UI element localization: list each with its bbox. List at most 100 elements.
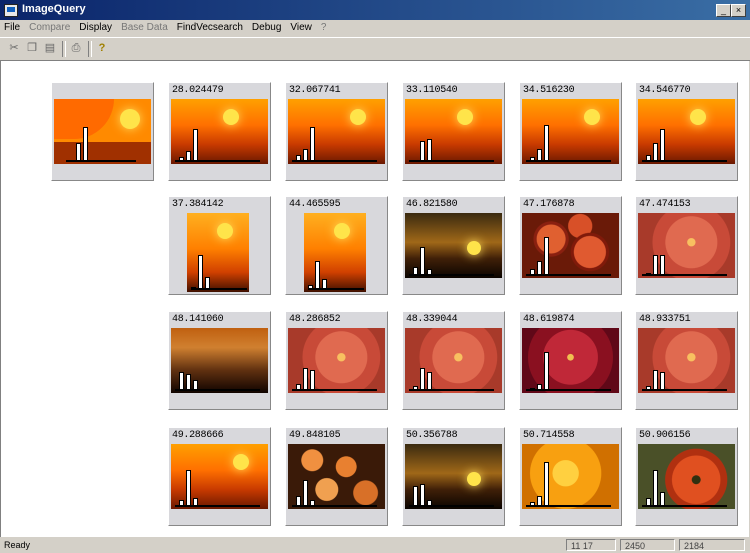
menu-file[interactable]: File bbox=[0, 20, 25, 33]
histogram-bar bbox=[193, 129, 198, 161]
toolbar: ✂ ❐ ▤ ⎙ ? bbox=[0, 37, 750, 61]
close-button[interactable]: × bbox=[731, 4, 746, 17]
copy-icon[interactable]: ❐ bbox=[24, 41, 40, 56]
histogram bbox=[288, 328, 385, 393]
menu-view[interactable]: View bbox=[286, 20, 317, 33]
similarity-score: 50.906156 bbox=[639, 430, 691, 441]
paste-icon[interactable]: ▤ bbox=[42, 41, 58, 56]
status-cell-total: 2184 bbox=[679, 539, 745, 551]
histogram-bar bbox=[310, 370, 315, 390]
similarity-score: 48.619874 bbox=[523, 314, 575, 325]
similarity-score: 48.933751 bbox=[639, 314, 691, 325]
status-text: Ready bbox=[4, 540, 31, 550]
help-icon[interactable]: ? bbox=[94, 41, 110, 56]
similarity-score: 33.110540 bbox=[406, 85, 458, 96]
menu-debug[interactable]: Debug bbox=[248, 20, 286, 33]
result-tile[interactable]: 48.286852 bbox=[285, 311, 388, 410]
menu-findvecsearch[interactable]: FindVecsearch bbox=[173, 20, 248, 33]
similarity-score: 32.067741 bbox=[289, 85, 341, 96]
histogram-bar bbox=[413, 486, 418, 506]
histogram-axis bbox=[409, 160, 494, 162]
histogram-axis bbox=[642, 389, 727, 391]
histogram-axis bbox=[526, 160, 611, 162]
result-image bbox=[171, 444, 268, 509]
histogram-bar bbox=[420, 247, 425, 275]
histogram bbox=[405, 213, 502, 278]
histogram-bar bbox=[653, 143, 658, 161]
status-cell-count: 2450 bbox=[620, 539, 675, 551]
result-tile[interactable]: 47.474153 bbox=[635, 196, 738, 295]
histogram-bar bbox=[315, 261, 320, 289]
histogram-bar bbox=[660, 129, 665, 161]
similarity-score: 48.141060 bbox=[172, 314, 224, 325]
result-tile[interactable]: 34.546770 bbox=[635, 82, 738, 181]
result-image bbox=[288, 99, 385, 164]
histogram-bar bbox=[186, 470, 191, 506]
histogram-bar bbox=[186, 374, 191, 390]
menu-help[interactable]: ? bbox=[317, 20, 332, 33]
histogram-axis bbox=[409, 389, 494, 391]
histogram-bar bbox=[427, 139, 432, 161]
query-image bbox=[54, 99, 151, 164]
menu-display[interactable]: Display bbox=[75, 20, 117, 33]
histogram bbox=[638, 213, 735, 278]
result-tile[interactable]: 50.356788 bbox=[402, 427, 505, 526]
result-tile[interactable]: 50.714558 bbox=[519, 427, 622, 526]
result-tile[interactable]: 48.619874 bbox=[519, 311, 622, 410]
result-tile[interactable]: 32.067741 bbox=[285, 82, 388, 181]
minimize-button[interactable]: _ bbox=[716, 4, 731, 17]
histogram-bar bbox=[660, 255, 665, 275]
result-tile[interactable]: 34.516230 bbox=[519, 82, 622, 181]
query-image-tile[interactable] bbox=[51, 82, 154, 181]
histogram-axis bbox=[642, 160, 727, 162]
result-tile[interactable]: 48.933751 bbox=[635, 311, 738, 410]
histogram-axis bbox=[292, 389, 377, 391]
result-tile[interactable]: 46.821580 bbox=[402, 196, 505, 295]
histogram-bar bbox=[544, 462, 549, 506]
result-tile[interactable]: 49.288666 bbox=[168, 427, 271, 526]
result-image bbox=[405, 213, 502, 278]
similarity-score: 46.821580 bbox=[406, 199, 458, 210]
histogram-axis bbox=[526, 505, 611, 507]
result-image bbox=[638, 444, 735, 509]
result-tile[interactable]: 44.465595 bbox=[285, 196, 388, 295]
histogram-axis bbox=[175, 505, 260, 507]
histogram-axis bbox=[642, 274, 727, 276]
result-tile[interactable]: 37.384142 bbox=[168, 196, 271, 295]
result-image bbox=[405, 99, 502, 164]
histogram-bar bbox=[420, 368, 425, 390]
histogram-bar bbox=[303, 480, 308, 506]
histogram-bar bbox=[544, 352, 549, 390]
histogram bbox=[304, 213, 366, 292]
histogram-axis bbox=[191, 288, 247, 290]
result-image bbox=[304, 213, 366, 292]
histogram bbox=[522, 328, 619, 393]
result-tile[interactable]: 28.024479 bbox=[168, 82, 271, 181]
result-tile[interactable]: 48.141060 bbox=[168, 311, 271, 410]
histogram-bar bbox=[660, 372, 665, 390]
result-tile[interactable]: 48.339044 bbox=[402, 311, 505, 410]
result-tile[interactable]: 47.176878 bbox=[519, 196, 622, 295]
result-image bbox=[522, 444, 619, 509]
result-tile[interactable]: 50.906156 bbox=[635, 427, 738, 526]
status-bar: Ready 11 17 2450 2184 bbox=[0, 538, 750, 553]
histogram-axis bbox=[175, 160, 260, 162]
histogram-bar bbox=[198, 255, 203, 289]
histogram bbox=[405, 99, 502, 164]
histogram-axis bbox=[175, 389, 260, 391]
print-icon[interactable]: ⎙ bbox=[68, 41, 84, 56]
similarity-score: 49.848105 bbox=[289, 430, 341, 441]
menu-base-data[interactable]: Base Data bbox=[117, 20, 173, 33]
histogram-bar bbox=[653, 470, 658, 506]
histogram-bar bbox=[653, 255, 658, 275]
histogram bbox=[288, 444, 385, 509]
app-icon[interactable] bbox=[4, 4, 18, 17]
similarity-score: 28.024479 bbox=[172, 85, 224, 96]
cut-icon[interactable]: ✂ bbox=[6, 41, 22, 56]
histogram-axis bbox=[409, 274, 494, 276]
result-tile[interactable]: 33.110540 bbox=[402, 82, 505, 181]
toolbar-separator bbox=[62, 41, 66, 57]
result-image bbox=[171, 99, 268, 164]
menu-compare[interactable]: Compare bbox=[25, 20, 75, 33]
result-tile[interactable]: 49.848105 bbox=[285, 427, 388, 526]
